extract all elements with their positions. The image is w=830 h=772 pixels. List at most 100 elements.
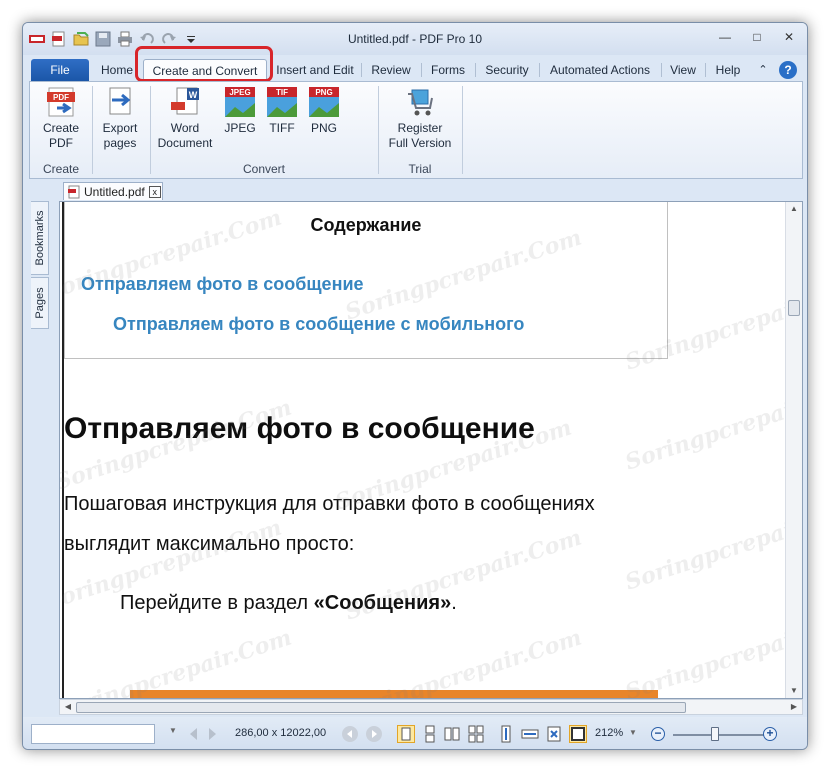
embedded-image-edge	[130, 690, 658, 698]
zoom-in-button[interactable]: +	[763, 727, 777, 741]
zoom-percent: 212%	[595, 727, 624, 739]
create-group: PDF Create PDF Create	[30, 82, 92, 178]
png-label: PNG	[310, 121, 337, 135]
minimize-button[interactable]: —	[715, 29, 735, 45]
png-button[interactable]: PNG PNG	[306, 86, 342, 136]
tab-file[interactable]: File	[31, 59, 89, 81]
section-heading: Отправляем фото в сообщение	[64, 412, 535, 445]
tab-separator	[705, 63, 706, 77]
two-page-continuous-icon[interactable]	[467, 725, 485, 743]
convert-group: W Word Document JPEG JPEG TIF TIFF PNG P…	[152, 82, 376, 178]
pages-tab-label: Pages	[33, 287, 46, 319]
watermark: Soringpcrepair.Com	[622, 374, 803, 476]
step-suffix: .	[451, 592, 457, 614]
shopping-cart-icon	[404, 86, 436, 118]
png-icon: PNG	[308, 86, 340, 118]
tab-forms[interactable]: Forms	[425, 59, 471, 81]
actual-size-icon[interactable]	[545, 725, 563, 743]
register-full-version-label: Register Full Version	[388, 121, 452, 150]
help-icon[interactable]: ?	[779, 61, 797, 79]
register-full-version-button[interactable]: Register Full Version	[384, 86, 456, 151]
toc-link-send-photo[interactable]: Отправляем фото в сообщение	[81, 274, 364, 295]
page-number-input[interactable]	[31, 724, 155, 744]
group-divider	[462, 86, 463, 174]
step-text: Перейдите в раздел «Сообщения».	[120, 592, 457, 615]
group-divider	[378, 86, 379, 174]
zoom-slider-track[interactable]	[673, 734, 769, 736]
pdf-badge-text: PDF	[53, 93, 69, 102]
app-window: Untitled.pdf - PDF Pro 10 — □ ✕ File Hom…	[22, 22, 808, 750]
back-icon[interactable]	[341, 725, 359, 743]
toc-link-send-photo-mobile[interactable]: Отправляем фото в сообщение с мобильного	[113, 314, 524, 335]
bookmarks-tab[interactable]: Bookmarks	[31, 201, 49, 275]
create-pdf-icon: PDF	[45, 86, 77, 118]
create-pdf-label: Create PDF	[42, 121, 80, 150]
tiff-button[interactable]: TIF TIFF	[264, 86, 300, 136]
tab-separator	[661, 63, 662, 77]
word-document-button[interactable]: W Word Document	[156, 86, 214, 151]
tab-separator	[475, 63, 476, 77]
two-page-view-icon[interactable]	[443, 725, 461, 743]
previous-page-icon[interactable]	[185, 725, 203, 743]
convert-group-label: Convert	[242, 162, 286, 176]
collapse-ribbon-icon[interactable]: ⌃	[755, 59, 771, 81]
highlight-annotation	[135, 46, 273, 82]
vertical-scrollbar[interactable]: ▲ ▼	[785, 202, 802, 698]
tab-home[interactable]: Home	[97, 59, 137, 81]
trial-group: Register Full Version Trial	[380, 82, 460, 178]
tab-security[interactable]: Security	[479, 59, 535, 81]
group-divider	[92, 86, 93, 174]
tab-separator	[361, 63, 362, 77]
jpeg-icon: JPEG	[224, 86, 256, 118]
zoom-slider-thumb[interactable]	[711, 727, 719, 741]
tiff-label: TIFF	[269, 121, 295, 135]
zoom-dropdown-icon[interactable]: ▼	[629, 728, 637, 746]
export-pages-label: Export pages	[102, 121, 138, 150]
scroll-down-icon[interactable]: ▼	[786, 684, 802, 698]
window-controls: — □ ✕	[715, 29, 799, 45]
create-pdf-button[interactable]: PDF Create PDF	[34, 86, 88, 151]
document-tab-name: Untitled.pdf	[84, 184, 145, 199]
jpeg-badge-text: JPEG	[229, 88, 250, 97]
scroll-up-icon[interactable]: ▲	[786, 202, 802, 216]
continuous-view-icon[interactable]	[421, 725, 439, 743]
next-page-icon[interactable]	[203, 725, 221, 743]
window-title: Untitled.pdf - PDF Pro 10	[347, 32, 483, 46]
table-of-contents: Содержание Отправляем фото в сообщение О…	[64, 202, 668, 359]
page-dropdown-icon[interactable]: ▼	[169, 726, 179, 744]
single-page-view-icon[interactable]	[397, 725, 415, 743]
close-button[interactable]: ✕	[779, 29, 799, 45]
png-badge-text: PNG	[315, 88, 332, 97]
watermark: Soringpcrepair.Com	[622, 604, 803, 699]
tab-review[interactable]: Review	[365, 59, 417, 81]
scroll-right-icon[interactable]: ▶	[786, 700, 802, 714]
bookmarks-tab-label: Bookmarks	[33, 210, 46, 266]
tab-separator	[539, 63, 540, 77]
watermark: Soringpcrepair.Com	[59, 624, 295, 699]
horizontal-scrollbar[interactable]: ◀ ▶	[59, 699, 803, 715]
jpeg-button[interactable]: JPEG JPEG	[222, 86, 258, 136]
step-prefix: Перейдите в раздел	[120, 592, 314, 614]
tab-help[interactable]: Help	[709, 59, 747, 81]
tiff-badge-text: TIF	[276, 88, 288, 97]
vertical-scroll-thumb[interactable]	[788, 300, 800, 316]
zoom-out-button[interactable]: −	[651, 727, 665, 741]
fit-height-icon[interactable]	[497, 725, 515, 743]
document-view[interactable]: Содержание Отправляем фото в сообщение О…	[59, 201, 803, 699]
tab-automated-actions[interactable]: Automated Actions	[543, 59, 657, 81]
horizontal-scroll-thumb[interactable]	[76, 702, 686, 713]
fit-width-icon[interactable]	[521, 725, 539, 743]
close-document-icon[interactable]: x	[148, 185, 161, 198]
side-panel: Bookmarks Pages	[29, 181, 51, 701]
pages-tab[interactable]: Pages	[31, 277, 49, 329]
forward-icon[interactable]	[365, 725, 383, 743]
document-tab[interactable]: Untitled.pdf x	[63, 182, 163, 200]
tab-view[interactable]: View	[665, 59, 701, 81]
restore-button[interactable]: □	[747, 29, 767, 45]
scroll-left-icon[interactable]: ◀	[60, 700, 76, 714]
word-document-label: Word Document	[157, 121, 213, 150]
export-pages-button[interactable]: Export pages	[96, 86, 144, 151]
tab-insert-and-edit[interactable]: Insert and Edit	[273, 59, 357, 81]
fit-page-icon[interactable]	[569, 725, 587, 743]
status-bar: ▼ 286,00 x 12022,00 212% ▼ − +	[23, 717, 807, 749]
